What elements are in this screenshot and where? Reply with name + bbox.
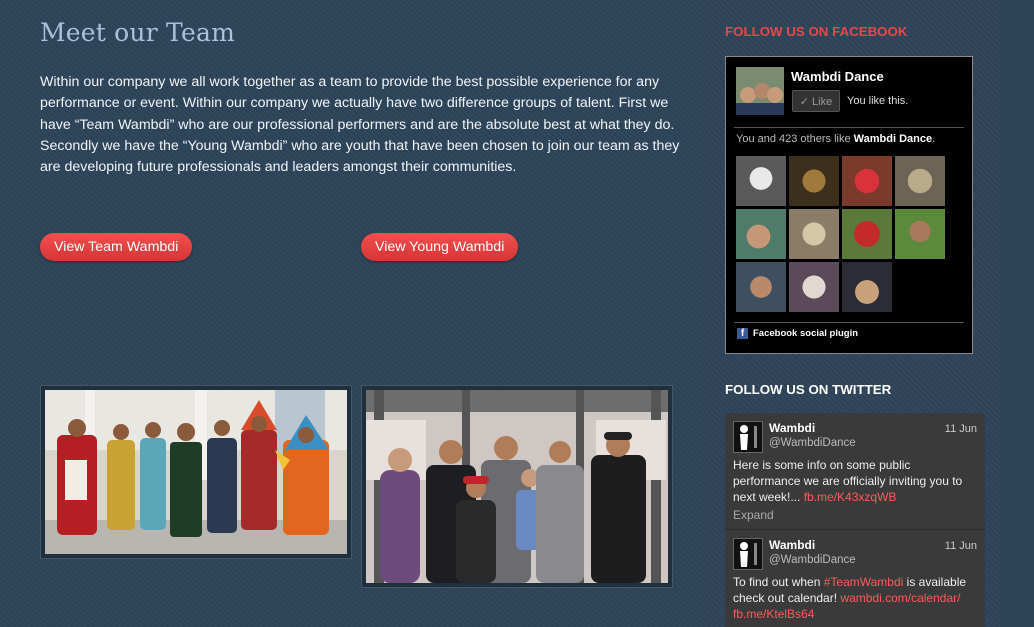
facebook-page-avatar-image: [736, 67, 784, 115]
twitter-heading: FOLLOW US ON TWITTER: [725, 382, 892, 397]
facebook-divider: [734, 322, 964, 323]
facebook-like-box: Wambdi Dance ✓ Like You like this. You a…: [725, 56, 973, 354]
tweet-body-start: To find out when: [733, 575, 824, 589]
tweet-date[interactable]: 11 Jun: [945, 423, 977, 435]
view-young-wambdi-button[interactable]: View Young Wambdi: [361, 233, 519, 261]
team-wambdi-photo-image: [45, 390, 347, 554]
facebook-like-count-prefix: You and 423 others like: [736, 133, 854, 145]
facebook-you-like-text: You like this.: [847, 95, 909, 107]
tweet-avatar-image: [734, 422, 762, 452]
tweet-divider: [725, 529, 985, 530]
fan-avatar[interactable]: [895, 156, 945, 206]
tweet-date[interactable]: 11 Jun: [945, 540, 977, 552]
tweet-author-handle[interactable]: @WambdiDance: [769, 554, 856, 566]
fan-avatar[interactable]: [789, 156, 839, 206]
facebook-heading: FOLLOW US ON FACEBOOK: [725, 24, 908, 39]
tweet-expand-link[interactable]: Expand: [733, 508, 774, 522]
view-team-wambdi-button[interactable]: View Team Wambdi: [40, 233, 193, 261]
right-gutter: [1000, 0, 1034, 627]
tweet-avatar[interactable]: [733, 538, 763, 570]
facebook-fan-faces: [736, 156, 948, 312]
facebook-like-count-page[interactable]: Wambdi Dance: [854, 133, 932, 145]
tweet-hashtag[interactable]: #TeamWambdi: [824, 575, 904, 589]
fan-avatar[interactable]: [789, 209, 839, 259]
fan-avatar[interactable]: [842, 209, 892, 259]
page-title: Meet our Team: [40, 18, 235, 47]
tweet-author-name[interactable]: Wambdi: [769, 538, 815, 552]
tweet-author-handle[interactable]: @WambdiDance: [769, 437, 856, 449]
tweet-avatar-image: [734, 539, 762, 569]
fan-avatar[interactable]: [736, 156, 786, 206]
fan-avatar[interactable]: [895, 209, 945, 259]
fan-avatar[interactable]: [736, 262, 786, 312]
tweet-text: To find out when #TeamWambdi is availabl…: [733, 574, 978, 622]
fan-avatar-empty: [895, 262, 945, 312]
team-wambdi-photo[interactable]: [41, 386, 351, 558]
facebook-like-button[interactable]: ✓ Like: [792, 90, 840, 112]
tweet-link[interactable]: fb.me/KtelBs64: [733, 607, 814, 621]
facebook-plugin-label: Facebook social plugin: [753, 328, 859, 339]
facebook-page-name[interactable]: Wambdi Dance: [791, 69, 884, 84]
facebook-like-count: You and 423 others like Wambdi Dance.: [736, 133, 935, 145]
tweet-author-name[interactable]: Wambdi: [769, 421, 815, 435]
tweet-link[interactable]: wambdi.com/calendar/: [840, 591, 960, 605]
tweet-link[interactable]: fb.me/K43xzqWB: [804, 490, 897, 504]
fan-avatar[interactable]: [789, 262, 839, 312]
intro-paragraph: Within our company we all work together …: [40, 74, 680, 176]
facebook-divider: [734, 127, 964, 128]
fan-avatar[interactable]: [736, 209, 786, 259]
fan-avatar[interactable]: [842, 262, 892, 312]
tweet-text: Here is some info on some public perform…: [733, 457, 978, 505]
young-wambdi-photo-image: [366, 390, 668, 583]
young-wambdi-photo[interactable]: [362, 386, 672, 587]
facebook-plugin-footer[interactable]: f Facebook social plugin: [737, 328, 858, 339]
facebook-icon: f: [737, 328, 748, 339]
tweet-avatar[interactable]: [733, 421, 763, 453]
fan-avatar[interactable]: [842, 156, 892, 206]
main-content: Meet our Team Within our company we all …: [0, 0, 705, 627]
twitter-timeline: Wambdi @WambdiDance 11 Jun Here is some …: [725, 413, 985, 627]
facebook-like-count-suffix: .: [932, 133, 936, 145]
facebook-page-avatar[interactable]: [736, 67, 784, 115]
